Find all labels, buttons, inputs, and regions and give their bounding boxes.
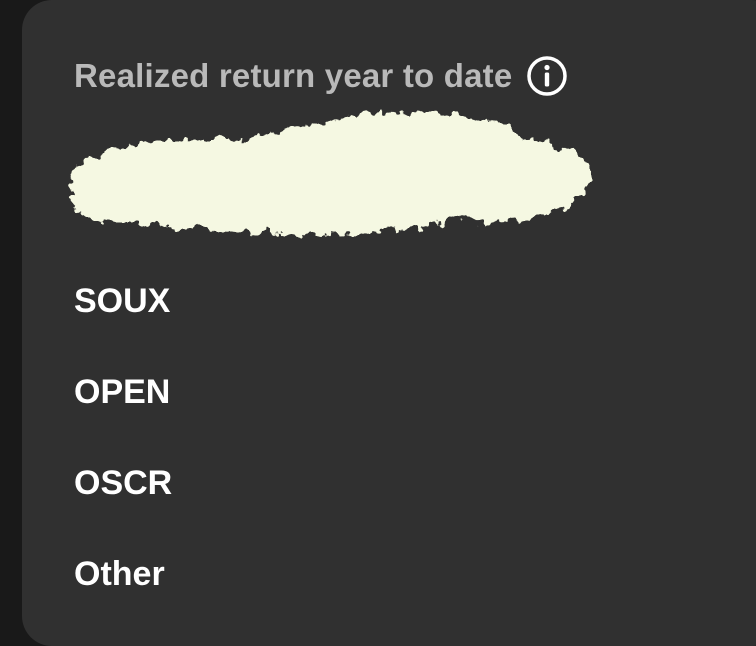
redacted-return-value	[50, 90, 620, 260]
list-item-soux[interactable]: SOUX	[74, 280, 172, 371]
list-item-open[interactable]: OPEN	[74, 371, 172, 462]
list-item-other[interactable]: Other	[74, 553, 172, 644]
holdings-list: SOUX OPEN OSCR Other	[74, 280, 172, 644]
list-item-oscr[interactable]: OSCR	[74, 462, 172, 553]
